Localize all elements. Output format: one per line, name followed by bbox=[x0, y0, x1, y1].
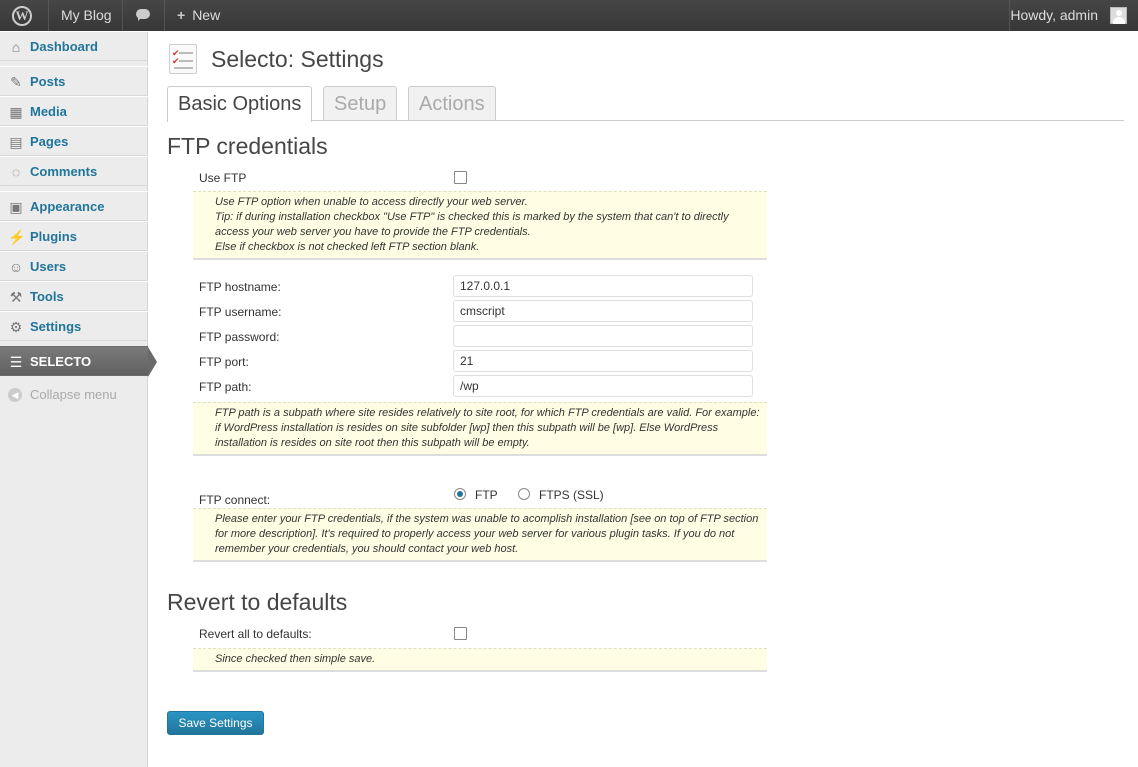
sidebar-item-plugins[interactable]: ⚡ Plugins bbox=[0, 221, 148, 251]
admin-bar-divider bbox=[122, 0, 123, 31]
ftp-path-note: FTP path is a subpath where site resides… bbox=[193, 402, 767, 456]
wordpress-logo-icon[interactable]: W bbox=[8, 0, 40, 31]
ftp-password-label: FTP password: bbox=[199, 330, 280, 344]
sidebar-item-label: SELECTO bbox=[30, 354, 92, 369]
main-content: ✔ ✔ Selecto: Settings Basic Options Setu… bbox=[148, 31, 1138, 767]
revert-heading: Revert to defaults bbox=[167, 589, 348, 615]
tab-actions[interactable]: Actions bbox=[408, 86, 496, 121]
note-line: for more description]. It's required to … bbox=[215, 528, 735, 540]
note-line: Use FTP option when unable to access dir… bbox=[215, 196, 528, 208]
sidebar-item-label: Comments bbox=[30, 164, 98, 179]
ftp-credentials-heading: FTP credentials bbox=[167, 133, 328, 159]
sidebar-item-label: Users bbox=[30, 259, 67, 274]
ftp-hostname-input[interactable]: 127.0.0.1 bbox=[453, 275, 753, 297]
collapse-menu-button[interactable]: ◀ Collapse menu bbox=[0, 380, 148, 410]
avatar[interactable] bbox=[1110, 7, 1127, 24]
sidebar-item-posts[interactable]: ✎ Posts bbox=[0, 66, 148, 96]
comments-icon: ◌ bbox=[11, 164, 21, 180]
settings-icon: ⚙ bbox=[9, 319, 23, 335]
sidebar-item-label: Plugins bbox=[30, 229, 77, 244]
comment-bubble-icon[interactable] bbox=[134, 0, 152, 31]
sidebar-item-label: Media bbox=[30, 104, 67, 119]
sidebar-item-media[interactable]: ▦ Media bbox=[0, 96, 148, 126]
media-icon: ▦ bbox=[9, 104, 23, 120]
note-line: if WordPress installation is resides on … bbox=[215, 422, 719, 434]
ftp-radio-label: FTP bbox=[475, 488, 498, 502]
ftp-port-input[interactable]: 21 bbox=[453, 350, 753, 372]
site-name-link[interactable]: My Blog bbox=[61, 0, 112, 31]
collapse-arrow-icon: ◀ bbox=[8, 388, 22, 402]
ftp-connect-ftps-radio[interactable] bbox=[518, 488, 530, 500]
note-line: Tip: if during installation checkbox "Us… bbox=[215, 211, 729, 223]
ftp-password-input[interactable] bbox=[453, 325, 753, 347]
settings-page-icon: ✔ ✔ bbox=[169, 44, 197, 74]
note-line: FTP path is a subpath where site resides… bbox=[215, 407, 760, 419]
pin-icon: ✎ bbox=[10, 74, 22, 90]
sidebar-item-tools[interactable]: ⚒ Tools bbox=[0, 281, 148, 311]
admin-bar-divider bbox=[48, 0, 49, 31]
note-line: Else if checkbox is not checked left FTP… bbox=[215, 241, 480, 253]
use-ftp-note: Use FTP option when unable to access dir… bbox=[193, 191, 767, 260]
note-line: installation is resides on site root the… bbox=[215, 437, 530, 449]
ftp-connect-note: Please enter your FTP credentials, if th… bbox=[193, 508, 767, 562]
ftp-username-label: FTP username: bbox=[199, 305, 282, 319]
revert-note: Since checked then simple save. bbox=[193, 648, 767, 672]
sidebar-item-selecto[interactable]: ☰ SELECTO bbox=[0, 346, 157, 377]
save-settings-button[interactable]: Save Settings bbox=[167, 711, 264, 735]
use-ftp-label: Use FTP bbox=[199, 171, 247, 185]
new-content-link[interactable]: + New bbox=[177, 0, 220, 31]
revert-label: Revert all to defaults: bbox=[199, 627, 312, 641]
account-greeting[interactable]: Howdy, admin bbox=[1010, 0, 1098, 31]
ftps-radio-label: FTPS (SSL) bbox=[539, 488, 604, 502]
ftp-port-label: FTP port: bbox=[199, 355, 249, 369]
ftp-connect-ftp-radio[interactable] bbox=[454, 488, 466, 500]
admin-bar-divider bbox=[164, 0, 165, 31]
tab-setup[interactable]: Setup bbox=[323, 86, 398, 121]
sidebar-item-label: Appearance bbox=[30, 199, 105, 214]
sidebar-item-comments[interactable]: ◌ Comments bbox=[0, 156, 148, 186]
tools-icon: ⚒ bbox=[9, 289, 23, 305]
new-label: New bbox=[192, 7, 221, 23]
users-icon: ☺ bbox=[8, 259, 24, 275]
plus-icon: + bbox=[177, 7, 186, 23]
ftp-path-input[interactable]: /wp bbox=[453, 375, 753, 397]
revert-checkbox[interactable] bbox=[454, 627, 467, 640]
ftp-connect-label: FTP connect: bbox=[199, 493, 271, 507]
sidebar-item-label: Settings bbox=[30, 319, 82, 334]
tab-basic-options[interactable]: Basic Options bbox=[167, 86, 313, 122]
ftp-hostname-label: FTP hostname: bbox=[199, 280, 281, 294]
note-line: access your web server you have to provi… bbox=[215, 226, 531, 238]
appearance-icon: ▣ bbox=[9, 199, 23, 215]
plugin-icon: ⚡ bbox=[8, 229, 26, 245]
admin-bar: W My Blog + New Howdy, admin bbox=[0, 0, 1138, 31]
note-line: Please enter your FTP credentials, if th… bbox=[215, 513, 759, 525]
sidebar-item-dashboard[interactable]: ⌂ Dashboard bbox=[0, 31, 148, 61]
admin-sidebar: ⌂ Dashboard ✎ Posts ▦ Media ▤ Pages ◌ Co… bbox=[0, 31, 157, 767]
sidebar-item-label: Posts bbox=[30, 74, 66, 89]
sidebar-item-users[interactable]: ☺ Users bbox=[0, 251, 148, 281]
note-line: Since checked then simple save. bbox=[215, 653, 376, 665]
ftp-path-label: FTP path: bbox=[199, 380, 252, 394]
sidebar-item-pages[interactable]: ▤ Pages bbox=[0, 126, 148, 156]
collapse-menu-label: Collapse menu bbox=[30, 387, 117, 402]
sidebar-item-label: Tools bbox=[30, 289, 64, 304]
sidebar-item-label: Dashboard bbox=[30, 39, 98, 54]
sidebar-item-label: Pages bbox=[30, 134, 69, 149]
use-ftp-checkbox[interactable] bbox=[454, 171, 467, 184]
pages-icon: ▤ bbox=[9, 134, 23, 150]
sidebar-item-settings[interactable]: ⚙ Settings bbox=[0, 311, 148, 341]
ftp-username-input[interactable]: cmscript bbox=[453, 300, 753, 322]
page-title: Selecto: Settings bbox=[211, 46, 384, 72]
selecto-icon: ☰ bbox=[9, 354, 23, 370]
sidebar-item-appearance[interactable]: ▣ Appearance bbox=[0, 191, 148, 221]
home-icon: ⌂ bbox=[11, 39, 21, 55]
note-line: remember your credentials, you should co… bbox=[215, 543, 519, 555]
